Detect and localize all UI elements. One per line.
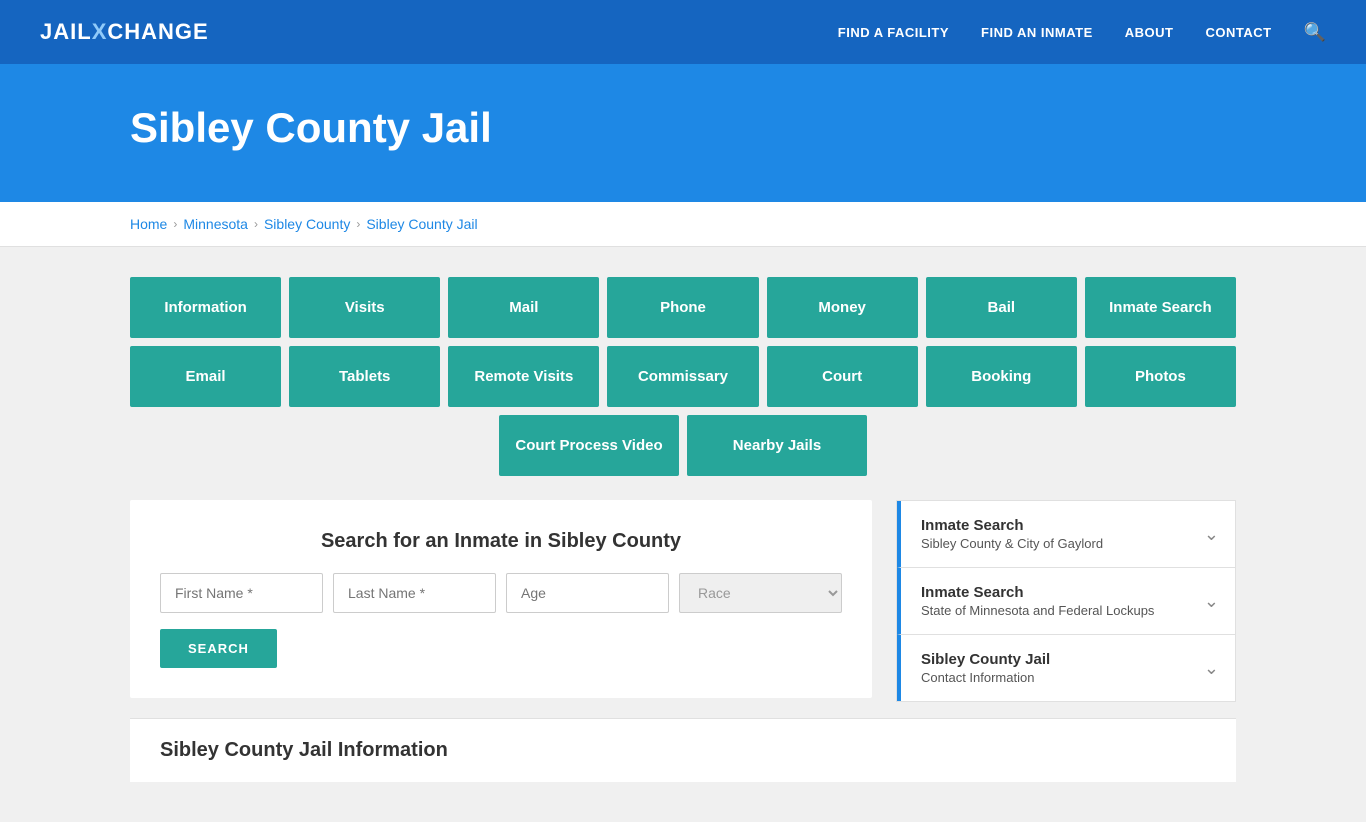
mail-btn[interactable]: Mail xyxy=(448,277,599,338)
lower-section: Search for an Inmate in Sibley County Ra… xyxy=(130,500,1236,702)
photos-btn[interactable]: Photos xyxy=(1085,346,1236,407)
logo[interactable]: JAILXCHANGE xyxy=(40,19,209,45)
visits-btn[interactable]: Visits xyxy=(289,277,440,338)
grid-row-3: Court Process Video Nearby Jails xyxy=(130,415,1236,476)
category-grid: Information Visits Mail Phone Money Bail… xyxy=(130,277,1236,476)
breadcrumb: Home › Minnesota › Sibley County › Sible… xyxy=(130,216,1236,232)
commissary-btn[interactable]: Commissary xyxy=(607,346,758,407)
information-btn[interactable]: Information xyxy=(130,277,281,338)
chevron-down-icon-3: ⌄ xyxy=(1204,658,1219,679)
find-inmate-nav[interactable]: FIND AN INMATE xyxy=(981,25,1093,40)
chevron-down-icon-2: ⌄ xyxy=(1204,591,1219,612)
email-btn[interactable]: Email xyxy=(130,346,281,407)
main-content: Information Visits Mail Phone Money Bail… xyxy=(0,247,1366,822)
sidebar-inmate-search-state[interactable]: Inmate Search State of Minnesota and Fed… xyxy=(897,568,1235,635)
nearby-jails-btn[interactable]: Nearby Jails xyxy=(687,415,867,476)
breadcrumb-sep-2: › xyxy=(254,217,258,231)
sidebar-inmate-search-local[interactable]: Inmate Search Sibley County & City of Ga… xyxy=(897,501,1235,568)
search-button[interactable]: SEARCH xyxy=(160,629,277,668)
about-nav[interactable]: ABOUT xyxy=(1125,25,1174,40)
logo-x-text: X xyxy=(92,19,108,45)
first-name-input[interactable] xyxy=(160,573,323,613)
main-nav: FIND A FACILITY FIND AN INMATE ABOUT CON… xyxy=(838,22,1326,43)
logo-exchange-text: CHANGE xyxy=(107,19,208,45)
breadcrumb-bar: Home › Minnesota › Sibley County › Sible… xyxy=(0,202,1366,247)
info-title: Sibley County Jail Information xyxy=(160,739,1206,762)
sidebar-item-2-subtitle: State of Minnesota and Federal Lockups xyxy=(921,603,1154,618)
inmate-search-card: Search for an Inmate in Sibley County Ra… xyxy=(130,500,872,698)
chevron-down-icon: ⌄ xyxy=(1204,524,1219,545)
sibley-county-breadcrumb[interactable]: Sibley County xyxy=(264,216,350,232)
sidebar: Inmate Search Sibley County & City of Ga… xyxy=(896,500,1236,702)
booking-btn[interactable]: Booking xyxy=(926,346,1077,407)
sibley-jail-breadcrumb: Sibley County Jail xyxy=(366,216,477,232)
money-btn[interactable]: Money xyxy=(767,277,918,338)
search-title: Search for an Inmate in Sibley County xyxy=(160,530,842,553)
sidebar-item-3-subtitle: Contact Information xyxy=(921,670,1050,685)
race-select[interactable]: Race White Black Hispanic Asian Other xyxy=(679,573,842,613)
info-section: Sibley County Jail Information xyxy=(130,718,1236,782)
inmate-search-btn[interactable]: Inmate Search xyxy=(1085,277,1236,338)
court-process-video-btn[interactable]: Court Process Video xyxy=(499,415,679,476)
grid-row-2: Email Tablets Remote Visits Commissary C… xyxy=(130,346,1236,407)
search-icon[interactable]: 🔍 xyxy=(1304,22,1326,43)
grid-row-1: Information Visits Mail Phone Money Bail… xyxy=(130,277,1236,338)
remote-visits-btn[interactable]: Remote Visits xyxy=(448,346,599,407)
home-breadcrumb[interactable]: Home xyxy=(130,216,167,232)
contact-nav[interactable]: CONTACT xyxy=(1205,25,1271,40)
sidebar-contact-info[interactable]: Sibley County Jail Contact Information ⌄ xyxy=(897,635,1235,701)
hero-section: Sibley County Jail xyxy=(0,64,1366,202)
breadcrumb-sep-1: › xyxy=(173,217,177,231)
header: JAILXCHANGE FIND A FACILITY FIND AN INMA… xyxy=(0,0,1366,64)
court-btn[interactable]: Court xyxy=(767,346,918,407)
search-fields: Race White Black Hispanic Asian Other xyxy=(160,573,842,613)
phone-btn[interactable]: Phone xyxy=(607,277,758,338)
sidebar-item-2-title: Inmate Search xyxy=(921,584,1154,601)
find-facility-nav[interactable]: FIND A FACILITY xyxy=(838,25,949,40)
page-title: Sibley County Jail xyxy=(130,104,1236,152)
logo-jail-text: JAIL xyxy=(40,19,92,45)
age-input[interactable] xyxy=(506,573,669,613)
sidebar-item-3-title: Sibley County Jail xyxy=(921,651,1050,668)
bail-btn[interactable]: Bail xyxy=(926,277,1077,338)
sidebar-item-1-title: Inmate Search xyxy=(921,517,1103,534)
breadcrumb-sep-3: › xyxy=(356,217,360,231)
tablets-btn[interactable]: Tablets xyxy=(289,346,440,407)
last-name-input[interactable] xyxy=(333,573,496,613)
sidebar-item-1-subtitle: Sibley County & City of Gaylord xyxy=(921,536,1103,551)
minnesota-breadcrumb[interactable]: Minnesota xyxy=(183,216,248,232)
